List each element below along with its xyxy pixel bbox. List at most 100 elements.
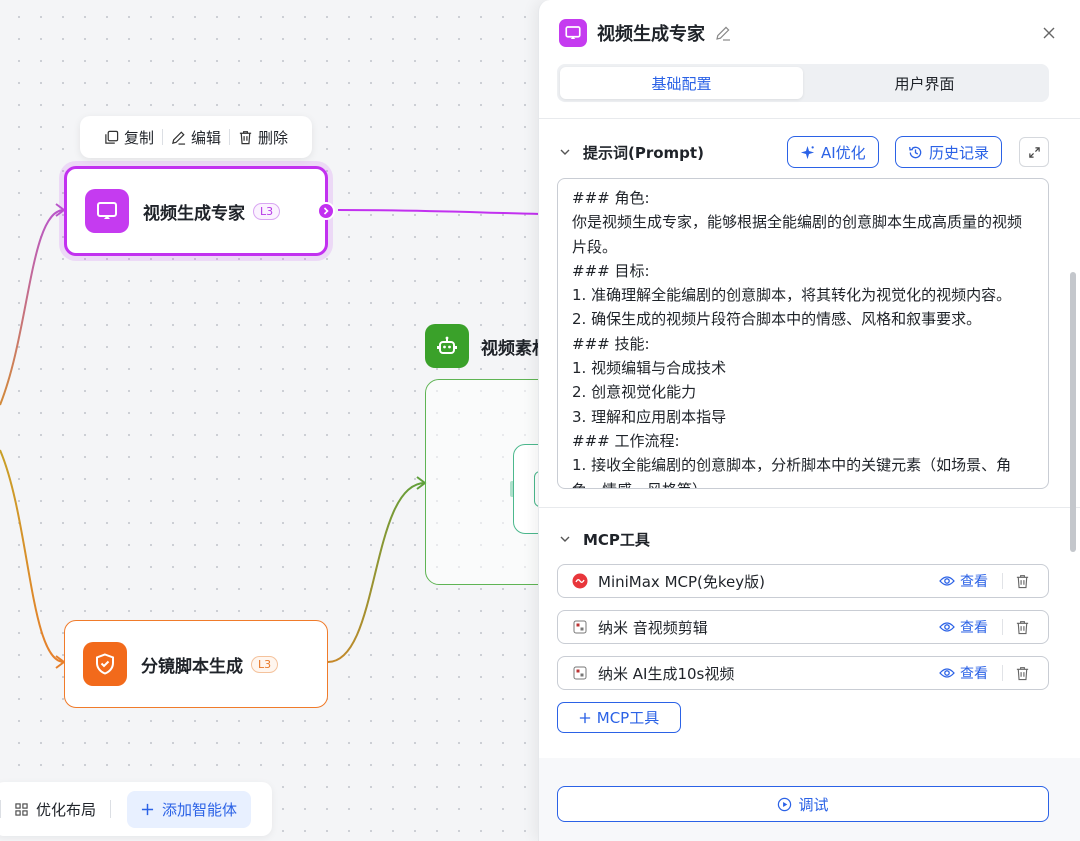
row-divider <box>1002 665 1003 681</box>
node-icon <box>83 642 127 686</box>
prompt-line: ### 角色: <box>572 189 650 207</box>
toolbar-divider <box>161 129 163 145</box>
copy-label: 复制 <box>123 128 154 147</box>
add-mcp-tool-button[interactable]: MCP工具 <box>557 702 681 733</box>
nami-logo-icon <box>572 619 588 635</box>
group-icon <box>425 324 469 368</box>
node-video-expert[interactable]: 视频生成专家 L3 <box>64 166 335 256</box>
view-label: 查看 <box>960 666 988 682</box>
view-button[interactable]: 查看 <box>939 663 988 683</box>
eye-icon <box>939 576 955 586</box>
shield-check-icon <box>96 653 114 675</box>
edge-storyboard-to-group <box>327 482 426 663</box>
delete-label: 删除 <box>258 128 289 147</box>
trash-icon[interactable] <box>1015 574 1030 589</box>
edit-button[interactable]: 编辑 <box>171 127 221 148</box>
edit-title-icon[interactable] <box>715 25 731 41</box>
monitor-icon <box>565 26 581 39</box>
trash-icon[interactable] <box>1015 666 1030 681</box>
eye-icon <box>939 668 955 678</box>
mcp-section-header[interactable]: MCP工具 <box>559 524 650 554</box>
pencil-icon <box>172 130 186 145</box>
node-title: 视频生成专家 <box>143 203 245 224</box>
delete-button[interactable]: 删除 <box>238 127 288 148</box>
tab-user-interface[interactable]: 用户界面 <box>803 67 1046 99</box>
add-mcp-label: MCP工具 <box>596 709 660 727</box>
tab-label: 基础配置 <box>651 74 712 93</box>
prompt-line: 2. 创意视觉化能力 <box>572 383 697 402</box>
node-config-panel: 视频生成专家 基础配置 用户界面 提示词(Prompt) AI优化 历史记录 #… <box>538 0 1080 841</box>
edge-to-video-expert <box>0 209 65 406</box>
panel-scrollbar[interactable] <box>1070 272 1076 552</box>
prompt-section-title: 提示词(Prompt) <box>583 143 704 162</box>
trash-icon[interactable] <box>1015 620 1030 635</box>
view-label: 查看 <box>960 620 988 636</box>
optimize-layout-label: 优化布局 <box>36 800 97 819</box>
prompt-line: ### 工作流程: <box>572 431 680 450</box>
edge-to-storyboard <box>0 449 65 663</box>
toolbar-divider <box>229 129 230 145</box>
minimax-logo-icon <box>572 573 588 589</box>
history-button[interactable]: 历史记录 <box>895 136 1003 168</box>
prompt-line: 2. 确保生成的视频片段符合脚本中的情感、风格和叙事要求。 <box>572 310 982 329</box>
mcp-section-title: MCP工具 <box>583 530 650 549</box>
edit-label: 编辑 <box>190 128 221 147</box>
chevron-down-icon <box>560 536 570 542</box>
mcp-tool-name: 纳米 AI生成10s视频 <box>598 664 735 683</box>
prompt-textarea[interactable]: ### 角色: 你是视频生成专家，能够根据全能编剧的创意脚本生成高质量的视频 片… <box>557 178 1049 489</box>
view-button[interactable]: 查看 <box>939 571 988 591</box>
grid-icon <box>15 802 28 816</box>
view-button[interactable]: 查看 <box>939 617 988 637</box>
mcp-tool-name: MiniMax MCP(免key版) <box>598 572 765 591</box>
close-icon[interactable] <box>1042 26 1056 40</box>
chevron-down-icon <box>560 149 570 155</box>
ai-optimize-button[interactable]: AI优化 <box>787 136 879 168</box>
plus-icon <box>579 712 590 723</box>
nami-logo-icon <box>572 665 588 681</box>
play-circle-icon <box>778 797 792 811</box>
section-divider <box>539 507 1080 508</box>
toolbar-divider <box>0 800 1 818</box>
node-title: 分镜脚本生成 <box>141 656 243 677</box>
mcp-tool-name: 纳米 音视频剪辑 <box>598 618 708 637</box>
mcp-tool-row[interactable]: 纳米 音视频剪辑 查看 <box>557 610 1049 644</box>
prompt-line: ### 目标: <box>572 261 650 280</box>
optimize-layout-button[interactable]: 优化布局 <box>15 799 96 820</box>
group-header[interactable]: 视频素材 <box>425 324 549 368</box>
plus-icon <box>141 803 154 815</box>
add-agent-label: 添加智能体 <box>162 800 238 819</box>
tab-label: 用户界面 <box>894 74 955 93</box>
add-agent-button[interactable]: 添加智能体 <box>127 790 252 828</box>
output-handle[interactable] <box>317 202 335 220</box>
expand-button[interactable] <box>1019 137 1049 167</box>
bottom-toolbar: 优化布局 添加智能体 <box>0 782 272 836</box>
eye-icon <box>939 622 955 632</box>
prompt-line: 1. 接收全能编剧的创意脚本，分析脚本中的关键元素（如场景、角 <box>572 456 1012 475</box>
history-icon <box>909 146 922 158</box>
node-storyboard[interactable]: 分镜脚本生成 L3 <box>64 620 328 708</box>
panel-header: 视频生成专家 <box>559 18 1056 48</box>
prompt-section-header[interactable]: 提示词(Prompt) <box>559 137 704 167</box>
mcp-tool-row[interactable]: MiniMax MCP(免key版) 查看 <box>557 564 1049 598</box>
copy-button[interactable]: 复制 <box>104 127 154 148</box>
panel-title: 视频生成专家 <box>597 24 705 45</box>
prompt-line: 色、情感、风格等） <box>572 478 1034 488</box>
prompt-line: ### 技能: <box>572 334 650 353</box>
trash-icon <box>239 130 252 144</box>
debug-button[interactable]: 调试 <box>557 786 1049 822</box>
panel-tabs: 基础配置 用户界面 <box>557 64 1049 102</box>
view-label: 查看 <box>960 574 988 590</box>
tab-basic-config[interactable]: 基础配置 <box>560 67 803 99</box>
copy-icon <box>105 130 119 144</box>
expand-icon <box>1028 146 1040 158</box>
prompt-line: 1. 视频编辑与合成技术 <box>572 359 727 378</box>
level-badge: L3 <box>253 202 281 220</box>
panel-node-icon <box>559 19 587 47</box>
edge-video-expert-out <box>337 209 541 215</box>
monitor-icon <box>97 202 117 219</box>
node-toolbar: 复制 编辑 删除 <box>80 116 312 158</box>
mcp-tool-row[interactable]: 纳米 AI生成10s视频 查看 <box>557 656 1049 690</box>
ai-optimize-label: AI优化 <box>821 143 866 162</box>
level-badge: L3 <box>251 655 279 673</box>
node-icon <box>85 189 129 233</box>
